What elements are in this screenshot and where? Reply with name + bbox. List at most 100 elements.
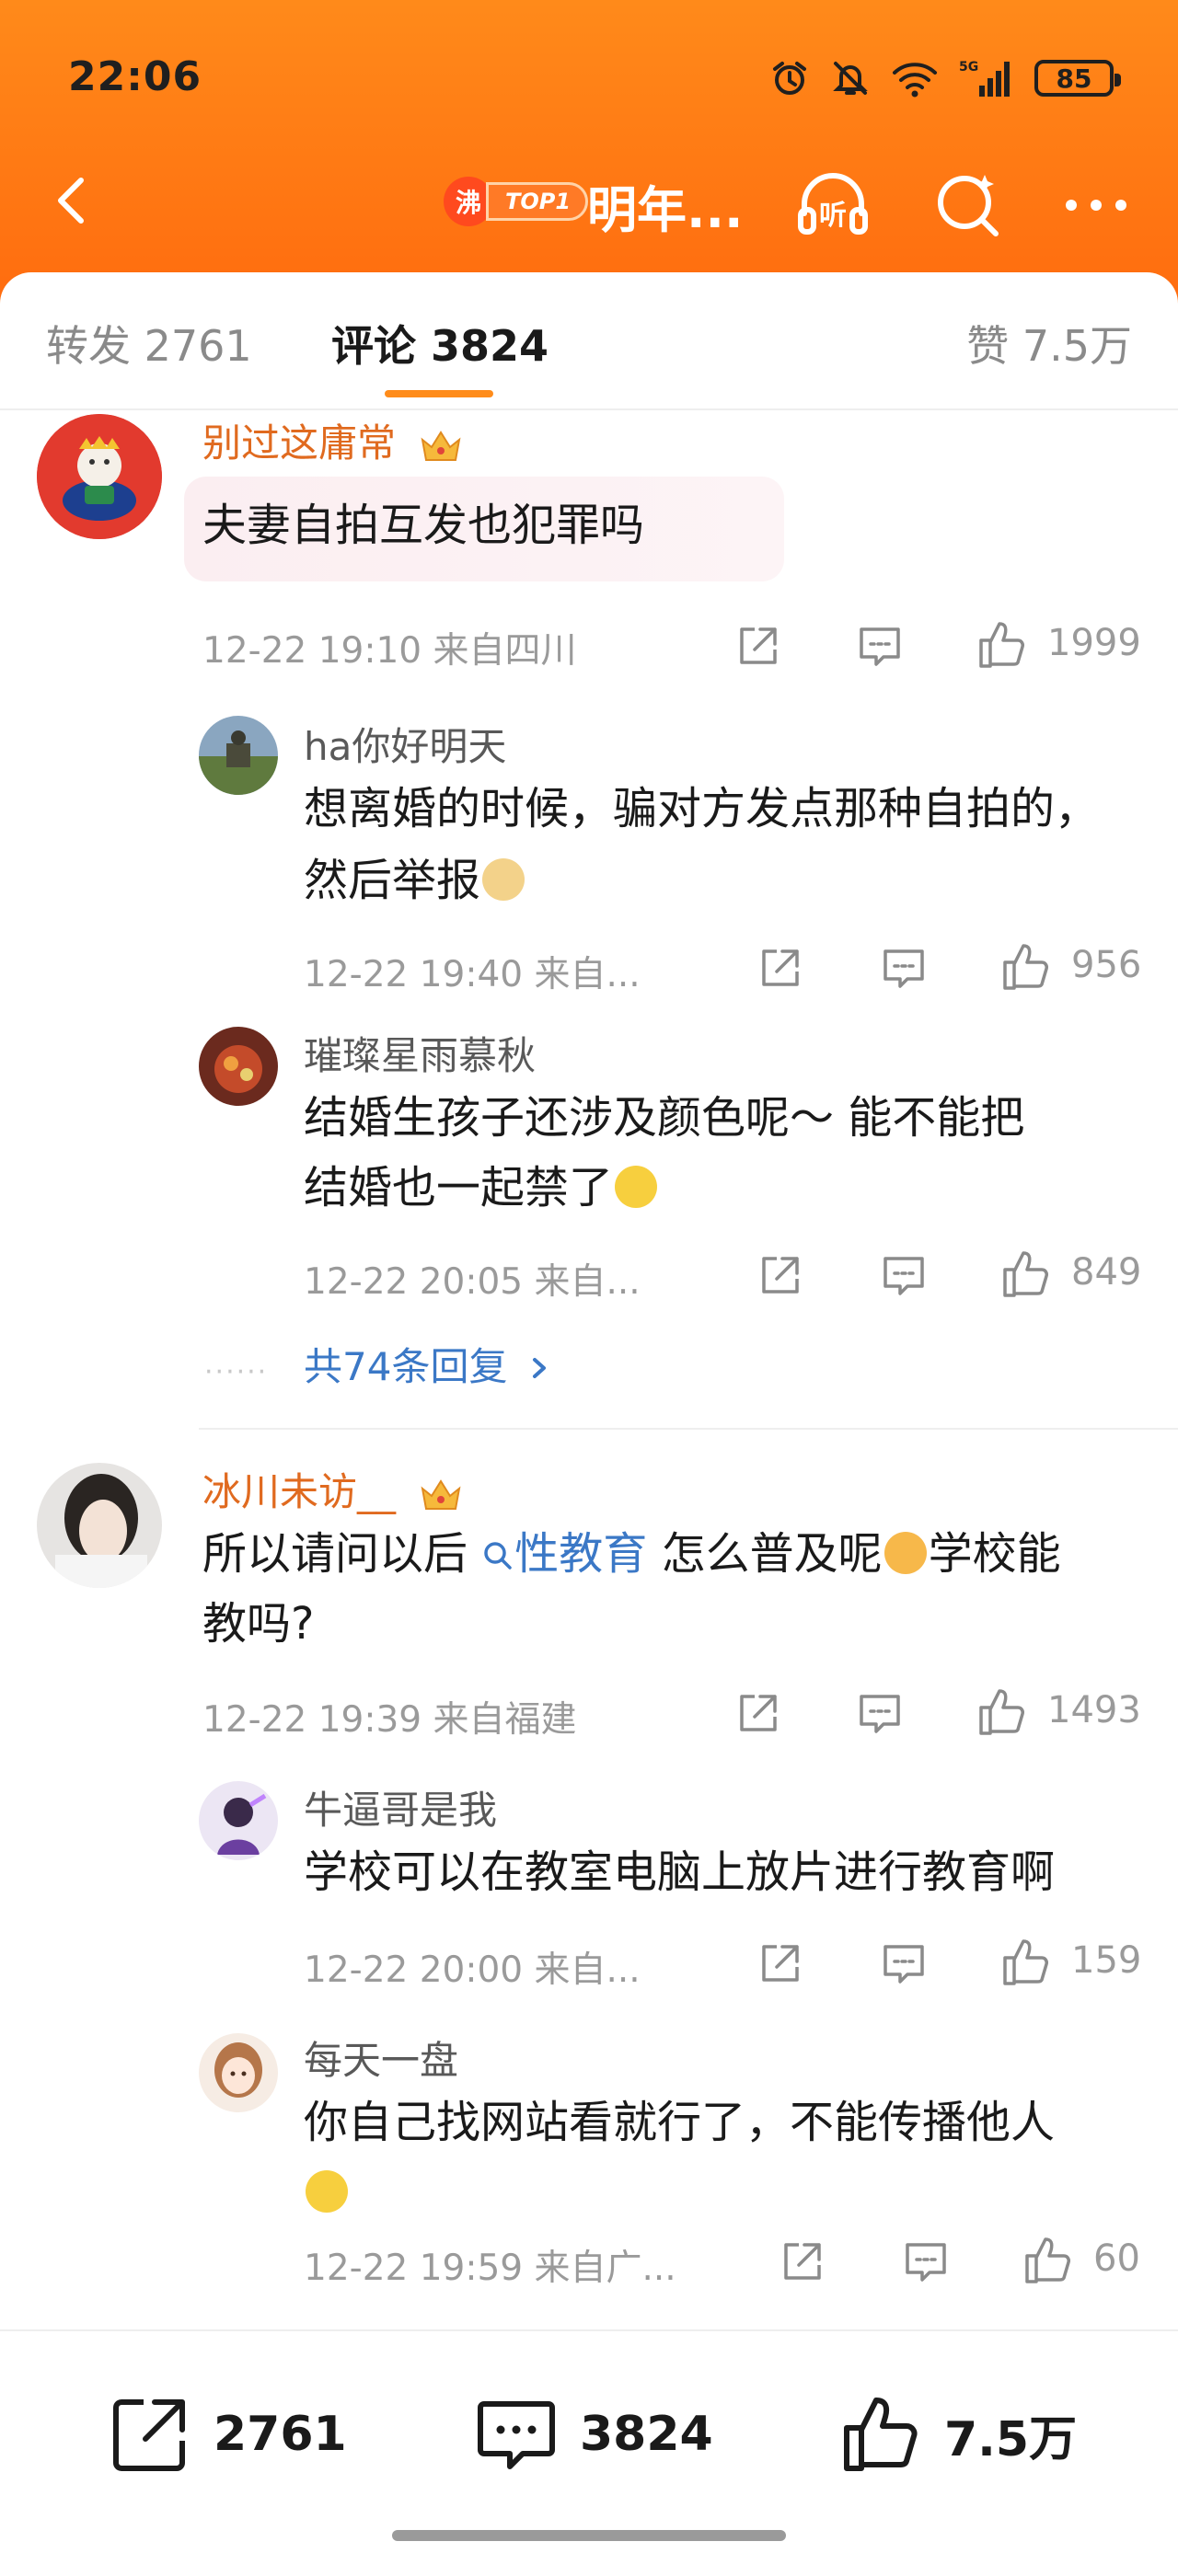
doge-emoji-icon [482, 858, 525, 901]
reply-meta: 12-22 19:40 来自... [304, 954, 641, 995]
more-replies-dots: ······ [204, 1356, 269, 1388]
like-icon[interactable] [999, 1248, 1053, 1301]
reply-text: 想离婚的时候，骗对方发点那种自拍的， [304, 783, 1100, 834]
svg-text:听: 听 [819, 200, 847, 232]
tab-comment[interactable]: 评论 3824 [331, 313, 549, 374]
laugh-cry-emoji-icon [615, 1166, 658, 1208]
comment-username[interactable]: 冰川未访__ [202, 1461, 463, 1517]
top-rank-label: TOP1 [486, 182, 589, 221]
repost-button[interactable]: 2761 [109, 2388, 347, 2480]
reply-text: 你自己找网站看就行了，不能传播他人 [304, 2097, 1056, 2148]
comment-meta: 12-22 19:39 来自福建 [202, 1699, 577, 1741]
like-count: 1999 [1047, 622, 1141, 664]
hot-topic-badge[interactable]: 沸 TOP1 [444, 177, 589, 226]
avatar[interactable] [37, 1463, 162, 1588]
avatar[interactable] [37, 414, 162, 539]
reply-text-line2: 然后举报 [304, 845, 526, 916]
vip-crown-icon [421, 1478, 461, 1510]
reply-username[interactable]: 牛逼哥是我 [304, 1779, 497, 1835]
share-icon[interactable] [779, 2237, 826, 2285]
like-count: 849 [1071, 1251, 1142, 1294]
wifi-icon [893, 63, 937, 98]
username-text: 冰川未访__ [202, 1469, 397, 1514]
more-replies-link[interactable]: 共74条回复 [304, 1336, 553, 1392]
comment-text: 夫妻自拍互发也犯罪吗 [202, 500, 645, 551]
reply-meta: 12-22 19:59 来自广... [304, 2248, 676, 2289]
like-icon[interactable] [1022, 2234, 1075, 2287]
topic-link[interactable]: 性教育 [481, 1528, 661, 1580]
reply-text-line2 [304, 2156, 350, 2228]
comment-icon[interactable] [856, 1689, 904, 1737]
like-count: 60 [1093, 2237, 1140, 2280]
battery-indicator: 85 [1034, 60, 1121, 97]
share-icon[interactable] [756, 944, 804, 992]
reply-username[interactable]: 每天一盘 [304, 2030, 458, 2086]
more-icon[interactable] [1058, 167, 1134, 243]
comment-icon[interactable] [902, 2237, 950, 2285]
tab-bar: 转发 2761 评论 3824 赞 7.5万 [0, 272, 1178, 410]
avatar[interactable] [199, 1027, 278, 1106]
avatar-image [199, 1027, 278, 1106]
avatar[interactable] [199, 1781, 278, 1860]
avatar-image [199, 716, 278, 795]
comment-icon[interactable] [880, 944, 928, 992]
mute-icon [833, 62, 868, 95]
avatar-image [199, 2033, 278, 2112]
like-count: 159 [1071, 1939, 1142, 1982]
back-icon[interactable] [44, 173, 99, 228]
bandage-face-emoji-icon [884, 1532, 927, 1574]
share-icon[interactable] [734, 622, 782, 670]
like-count: 956 [1071, 944, 1142, 986]
home-indicator[interactable] [392, 2530, 786, 2541]
reply-username[interactable]: ha你好明天 [304, 716, 506, 772]
reply-text: 学校可以在教室电脑上放片进行教育啊 [304, 1846, 1056, 1898]
like-button[interactable]: 7.5万 [839, 2388, 1077, 2480]
comment-text: 所以请问以后 性教育 怎么普及呢 学校能 [202, 1528, 1061, 1580]
like-count: 1493 [1047, 1689, 1141, 1731]
comment-username[interactable]: 别过这庸常 [202, 412, 463, 468]
comment-icon[interactable] [856, 622, 904, 670]
header: 22:06 5G 85 沸 TOP1 明年... 听 [0, 0, 1178, 304]
reply-username[interactable]: 璀璨星雨慕秋 [304, 1025, 536, 1081]
avatar-image [199, 1781, 278, 1860]
reply-meta: 12-22 20:00 来自... [304, 1949, 641, 1991]
comment-meta: 12-22 19:10 来自四川 [202, 630, 577, 672]
repost-count: 2761 [214, 2407, 347, 2462]
comment-icon[interactable] [880, 1251, 928, 1299]
app-screen: 22:06 5G 85 沸 TOP1 明年... 听 转发 2761 评论 38… [0, 0, 1178, 2576]
active-tab-indicator [385, 390, 493, 397]
search-icon [484, 1542, 513, 1570]
avatar-image [37, 414, 162, 539]
page-title[interactable]: 明年... [587, 169, 744, 242]
share-icon[interactable] [756, 1251, 804, 1299]
like-icon[interactable] [999, 1936, 1053, 1989]
like-icon[interactable] [976, 618, 1029, 672]
share-icon[interactable] [756, 1939, 804, 1987]
like-icon[interactable] [999, 940, 1053, 994]
status-icons: 5G 85 [769, 57, 1121, 99]
grin-emoji-icon [306, 2170, 348, 2213]
reply-text: 结婚生孩子还涉及颜色呢～ 能不能把 [304, 1092, 1025, 1144]
search-icon[interactable] [931, 167, 1007, 243]
avatar[interactable] [199, 716, 278, 795]
avatar-image [37, 1463, 162, 1588]
comment-text-line2: 教吗? [202, 1598, 315, 1650]
comment-icon[interactable] [880, 1939, 928, 1987]
like-icon[interactable] [976, 1685, 1029, 1739]
share-icon[interactable] [734, 1689, 782, 1737]
share-icon [113, 2399, 185, 2471]
reply-meta: 12-22 20:05 来自... [304, 1261, 641, 1303]
like-icon [844, 2398, 918, 2471]
chevron-right-icon [532, 1358, 546, 1378]
tab-repost[interactable]: 转发 2761 [46, 313, 252, 374]
reply-text-line2: 结婚也一起禁了 [304, 1152, 659, 1224]
bottom-action-bar: 2761 3824 7.5万 [0, 2329, 1178, 2576]
comment-count: 3824 [580, 2407, 713, 2462]
signal-5g-icon: 5G [959, 60, 1010, 97]
listen-icon[interactable]: 听 [795, 167, 871, 243]
tab-like[interactable]: 赞 7.5万 [966, 313, 1132, 374]
comment-icon [478, 2401, 555, 2469]
alarm-icon [773, 62, 806, 95]
comment-button[interactable]: 3824 [475, 2388, 713, 2480]
avatar[interactable] [199, 2033, 278, 2112]
